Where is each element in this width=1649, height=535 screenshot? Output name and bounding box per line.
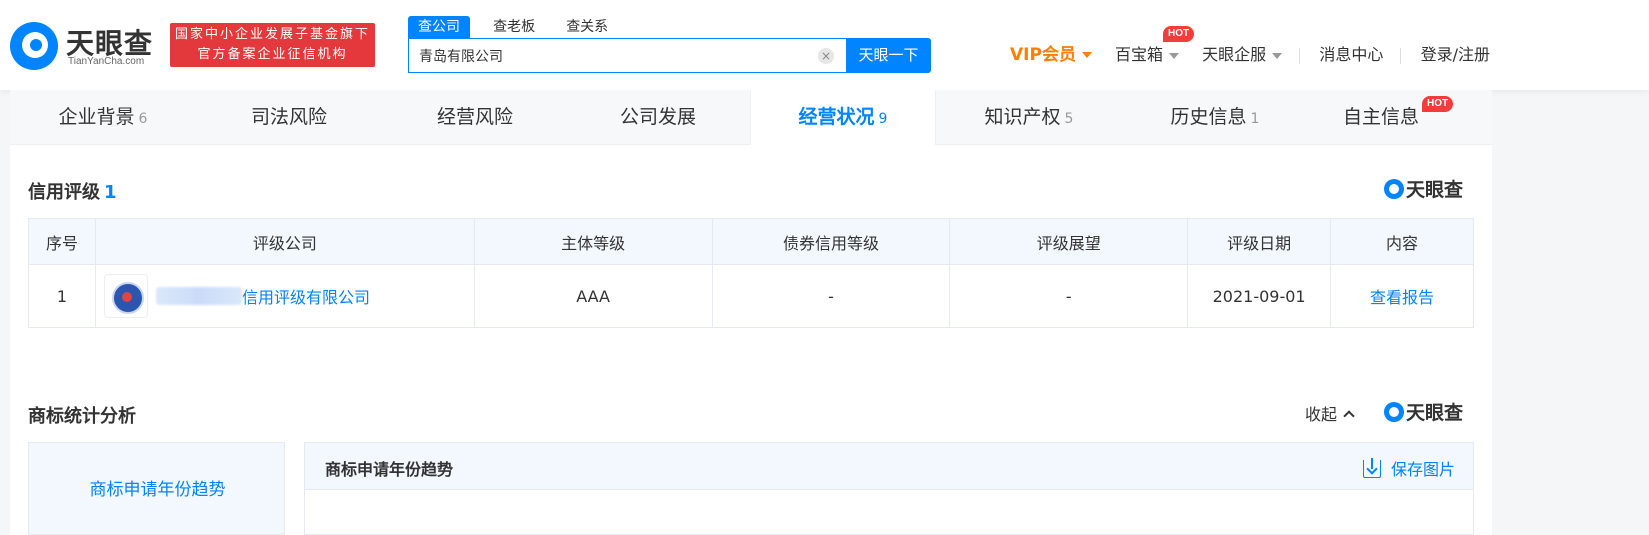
enterprise-service-menu[interactable]: 天眼企服 [1202, 40, 1283, 70]
save-image-label: 保存图片 [1390, 460, 1455, 479]
column-header: 主体等级 [473, 218, 713, 265]
badge-line-2: 官方备案企业征信机构 [197, 47, 348, 62]
hot-badge: HOT [1422, 96, 1454, 112]
watermark-text: 天眼查 [1406, 402, 1464, 424]
toolbox-menu[interactable]: HOT 百宝箱 [1115, 26, 1195, 70]
column-header: 序号 [28, 218, 96, 265]
column-header: 评级展望 [949, 218, 1189, 265]
rating-company-cell[interactable]: 信用评级有限公司 [94, 264, 475, 328]
trademark-side-menu: 商标申请年份趋势 [28, 442, 285, 535]
search-button[interactable]: 天眼一下 [846, 38, 931, 73]
logo-eye-icon [1384, 179, 1404, 199]
table-row: 1 信用评级有限公司 AAA - - 2021-09-01 查看报告 [28, 264, 1474, 328]
header-nav: VIP会员 HOT 百宝箱 天眼企服 消息中心 登录/注册 [1010, 26, 1508, 70]
section-tabbar: 企业背景 6 司法风险 经营风险 公司发展 经营状况 9 知识产权 5 历史信息 1 自… [10, 90, 1492, 145]
rating-company-link[interactable]: 信用评级有限公司 [242, 288, 370, 307]
trademark-chart-panel: 商标申请年份趋势 保存图片 [304, 442, 1474, 535]
collapse-label: 收起 [1305, 405, 1338, 424]
row-index: 1 [28, 264, 96, 328]
column-header: 债券信用等级 [711, 218, 951, 265]
tab-label: 公司发展 [619, 106, 696, 128]
trademark-stats-title: 商标统计分析 [28, 406, 136, 427]
official-badge: 国家中小企业发展子基金旗下 官方备案企业征信机构 [170, 23, 375, 67]
search-input[interactable] [409, 39, 799, 72]
vip-menu[interactable]: VIP会员 [1010, 40, 1092, 70]
collapse-toggle[interactable]: 收起 [1305, 401, 1355, 425]
download-icon [1362, 458, 1381, 478]
tab-enterprise-background[interactable]: 企业背景 6 [10, 90, 196, 145]
subject-level: AAA [473, 264, 713, 328]
tab-operating-status[interactable]: 经营状况 9 [750, 90, 936, 145]
redacted-name [155, 287, 242, 305]
search-tab-company[interactable]: 查公司 [408, 16, 470, 38]
credit-rating-count: 1 [104, 182, 117, 203]
tab-label: 企业背景 [58, 106, 135, 128]
search-type-tabs: 查公司 查老板 查关系 [408, 16, 626, 38]
vip-label: VIP会员 [1010, 45, 1076, 65]
chevron-down-icon [1272, 52, 1283, 59]
enterprise-service-label: 天眼企服 [1202, 45, 1267, 64]
search-tab-boss[interactable]: 查老板 [485, 16, 543, 38]
watermark-text: 天眼查 [1406, 179, 1464, 201]
tab-history-info[interactable]: 历史信息 1 [1122, 90, 1308, 145]
nav-divider [1400, 47, 1402, 64]
tab-intellectual-property[interactable]: 知识产权 5 [936, 90, 1122, 145]
view-report-link[interactable]: 查看报告 [1330, 264, 1474, 328]
tab-label: 知识产权 [984, 106, 1061, 128]
tab-company-development[interactable]: 公司发展 [565, 90, 751, 145]
login-register-link[interactable]: 登录/注册 [1421, 40, 1490, 70]
tab-count: 5 [1064, 111, 1074, 127]
company-detail-card: 企业背景 6 司法风险 经营风险 公司发展 经营状况 9 知识产权 5 历史信息 1 自… [10, 90, 1492, 535]
nav-divider [1299, 47, 1301, 64]
column-header: 内容 [1330, 218, 1474, 265]
search-tab-relation[interactable]: 查关系 [558, 16, 616, 38]
bond-level: - [711, 264, 951, 328]
logo-eye-icon [10, 22, 58, 70]
tab-label: 经营风险 [436, 106, 513, 128]
credit-rating-title: 信用评级 1 [28, 178, 117, 204]
column-header: 评级日期 [1187, 218, 1332, 265]
column-header: 评级公司 [94, 218, 475, 265]
tianyancha-logo[interactable]: 天眼查 TianYanCha.com [10, 22, 160, 70]
rating-outlook: - [949, 264, 1189, 328]
hot-badge: HOT [1163, 26, 1195, 42]
tab-count: 6 [138, 111, 148, 127]
side-item-application-trend[interactable]: 商标申请年份趋势 [29, 475, 286, 500]
badge-line-1: 国家中小企业发展子基金旗下 [174, 27, 370, 42]
toolbox-label: 百宝箱 [1115, 45, 1164, 64]
logo-eye-icon [1384, 402, 1404, 422]
chevron-down-icon [1081, 52, 1092, 58]
tab-count: 1 [1250, 111, 1260, 127]
tab-label: 历史信息 [1170, 106, 1247, 128]
save-image-button[interactable]: 保存图片 [1362, 456, 1455, 480]
panel-header: 商标申请年份趋势 保存图片 [305, 443, 1473, 490]
chevron-up-icon [1343, 410, 1355, 422]
chevron-down-icon [1169, 52, 1180, 59]
table-header-row: 序号 评级公司 主体等级 债券信用等级 评级展望 评级日期 内容 [28, 218, 1474, 265]
credit-rating-table: 序号 评级公司 主体等级 债券信用等级 评级展望 评级日期 内容 1 信用评级有… [28, 218, 1474, 328]
tab-operating-risk[interactable]: 经营风险 [382, 90, 568, 145]
logo-domain: TianYanCha.com [68, 56, 145, 67]
tab-count: 9 [878, 111, 888, 127]
tab-label: 经营状况 [798, 106, 875, 128]
company-seal-logo [103, 274, 148, 318]
clear-icon[interactable]: × [818, 48, 834, 64]
credit-rating-label: 信用评级 [28, 182, 100, 203]
tianyancha-watermark: 天眼查 [1384, 401, 1463, 425]
tab-judicial-risk[interactable]: 司法风险 [196, 90, 382, 145]
top-header: 天眼查 TianYanCha.com 国家中小企业发展子基金旗下 官方备案企业征… [0, 0, 1649, 90]
tab-label: 自主信息 [1342, 106, 1419, 128]
panel-title: 商标申请年份趋势 [325, 460, 454, 479]
tab-label: 司法风险 [250, 106, 327, 128]
search-box: × [408, 38, 846, 73]
message-center-link[interactable]: 消息中心 [1319, 40, 1383, 70]
tianyancha-watermark: 天眼查 [1384, 178, 1463, 202]
rating-date: 2021-09-01 [1187, 264, 1332, 328]
